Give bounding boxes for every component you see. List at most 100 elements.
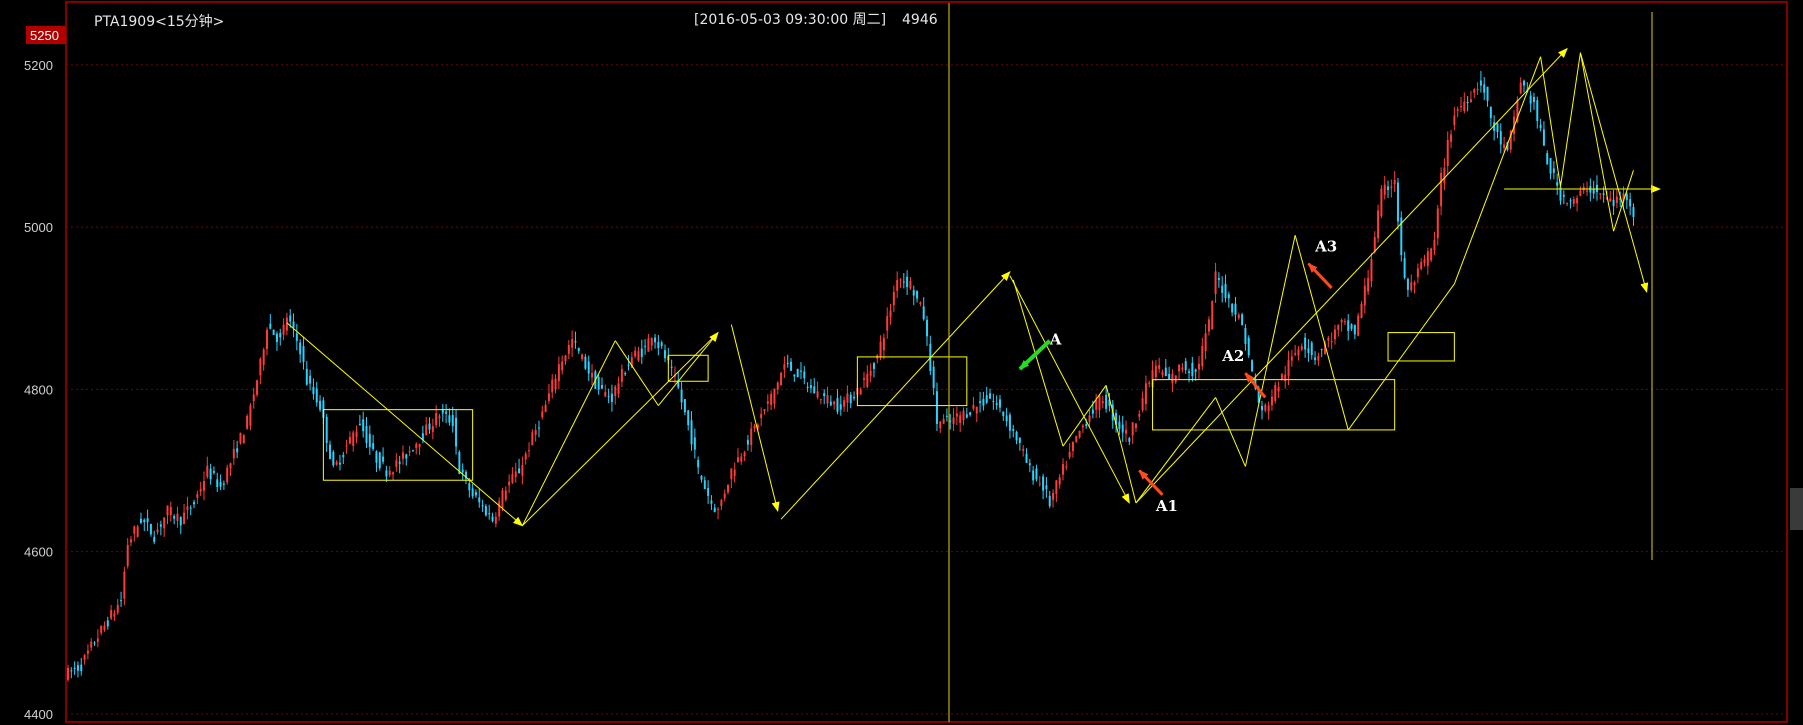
candle-body xyxy=(1012,428,1015,431)
candle-body xyxy=(846,393,849,403)
candle-body xyxy=(431,426,434,432)
candle-body xyxy=(1201,345,1204,367)
candle-body xyxy=(1430,248,1433,261)
candle-body xyxy=(892,291,895,306)
candle-body xyxy=(564,355,567,362)
candle-body xyxy=(1403,258,1406,278)
candle-body xyxy=(1174,375,1177,382)
candle-body xyxy=(329,444,332,460)
candle-body xyxy=(1065,466,1068,468)
candle-body xyxy=(1416,268,1419,278)
candle-body xyxy=(1211,301,1214,330)
candle-body xyxy=(1091,409,1094,414)
candle-body xyxy=(786,362,789,364)
candle-body xyxy=(683,399,686,413)
chart-canvas[interactable]: 4400 4600 4800 5000 5200 A A1 A2 A3 5250 PTA190… xyxy=(0,0,1803,725)
candle-body xyxy=(1536,100,1539,121)
candle-body xyxy=(1134,423,1137,428)
candle-body xyxy=(1423,259,1426,264)
candle-body xyxy=(882,337,885,351)
candle-body xyxy=(902,281,905,283)
candle-body xyxy=(544,404,547,413)
candle-body xyxy=(557,364,560,382)
candle-body xyxy=(378,452,381,469)
candle-body xyxy=(919,302,922,304)
candle-body xyxy=(1002,411,1005,417)
candle-body xyxy=(730,468,733,480)
candle-body xyxy=(1131,422,1134,436)
candle-body xyxy=(252,394,255,402)
candle-body xyxy=(717,508,720,510)
candle-body xyxy=(514,471,517,478)
candle-body xyxy=(395,460,398,467)
candle-body xyxy=(345,445,348,447)
candle-body xyxy=(587,361,590,374)
candle-body xyxy=(392,472,395,475)
candle-body xyxy=(401,452,404,459)
candle-body xyxy=(1443,167,1446,184)
candle-body xyxy=(1068,451,1071,458)
candle-body xyxy=(790,361,793,371)
candle-body xyxy=(511,473,514,483)
candle-body xyxy=(637,351,640,361)
candle-body xyxy=(1556,182,1559,186)
candle-body xyxy=(617,383,620,394)
candle-body xyxy=(1025,453,1028,463)
candle-body xyxy=(388,470,391,476)
candle-body xyxy=(186,506,189,511)
candle-body xyxy=(1532,96,1535,103)
candle-body xyxy=(96,638,99,642)
candle-body xyxy=(975,406,978,414)
candle-body xyxy=(1357,315,1360,336)
candle-body xyxy=(952,417,955,425)
candle-body xyxy=(425,424,428,436)
candle-body xyxy=(226,467,229,483)
candle-body xyxy=(1015,431,1018,441)
candle-body xyxy=(332,451,335,466)
scrollbar-thumb[interactable] xyxy=(1790,488,1803,530)
candle-body xyxy=(574,341,577,343)
candle-body xyxy=(1058,477,1061,485)
candle-body xyxy=(1241,314,1244,326)
candle-body xyxy=(179,517,182,526)
candle-body xyxy=(133,526,136,534)
candle-body xyxy=(624,373,627,375)
candle-body xyxy=(1300,346,1303,350)
candle-body xyxy=(315,388,318,403)
annotation-label: A1 xyxy=(1155,497,1178,515)
candle-body xyxy=(1370,259,1373,282)
candle-body xyxy=(319,400,322,410)
candle-body xyxy=(1566,203,1569,205)
candle-body xyxy=(836,398,839,412)
candle-body xyxy=(325,416,328,444)
candle-body xyxy=(1048,495,1051,507)
candle-body xyxy=(1307,348,1310,354)
candle-body xyxy=(1188,371,1191,373)
candle-body xyxy=(819,399,822,401)
instrument-title: PTA1909<15分钟> xyxy=(94,13,224,30)
candle-body xyxy=(1045,485,1048,490)
candle-body xyxy=(627,364,630,366)
candle-body xyxy=(232,448,235,459)
candle-body xyxy=(438,416,441,419)
candle-body xyxy=(1436,208,1439,239)
candlestick-chart[interactable]: 4400 4600 4800 5000 5200 A A1 A2 A3 5250 PTA190… xyxy=(0,0,1803,725)
candle-body xyxy=(1450,134,1453,142)
candle-body xyxy=(1055,480,1058,494)
candle-body xyxy=(654,337,657,343)
candle-body xyxy=(1154,365,1157,378)
candle-body xyxy=(949,420,952,422)
candle-body xyxy=(159,524,162,527)
candle-body xyxy=(932,366,935,389)
candle-body xyxy=(647,338,650,352)
candle-body xyxy=(292,321,295,328)
candle-body xyxy=(1018,438,1021,443)
candle-body xyxy=(664,350,666,359)
candle-body xyxy=(481,505,484,507)
candle-body xyxy=(1572,199,1575,204)
candle-body xyxy=(405,454,408,459)
candle-body xyxy=(299,342,302,355)
candle-body xyxy=(1008,414,1011,431)
candle-body xyxy=(1181,367,1184,370)
candle-body xyxy=(494,516,497,524)
